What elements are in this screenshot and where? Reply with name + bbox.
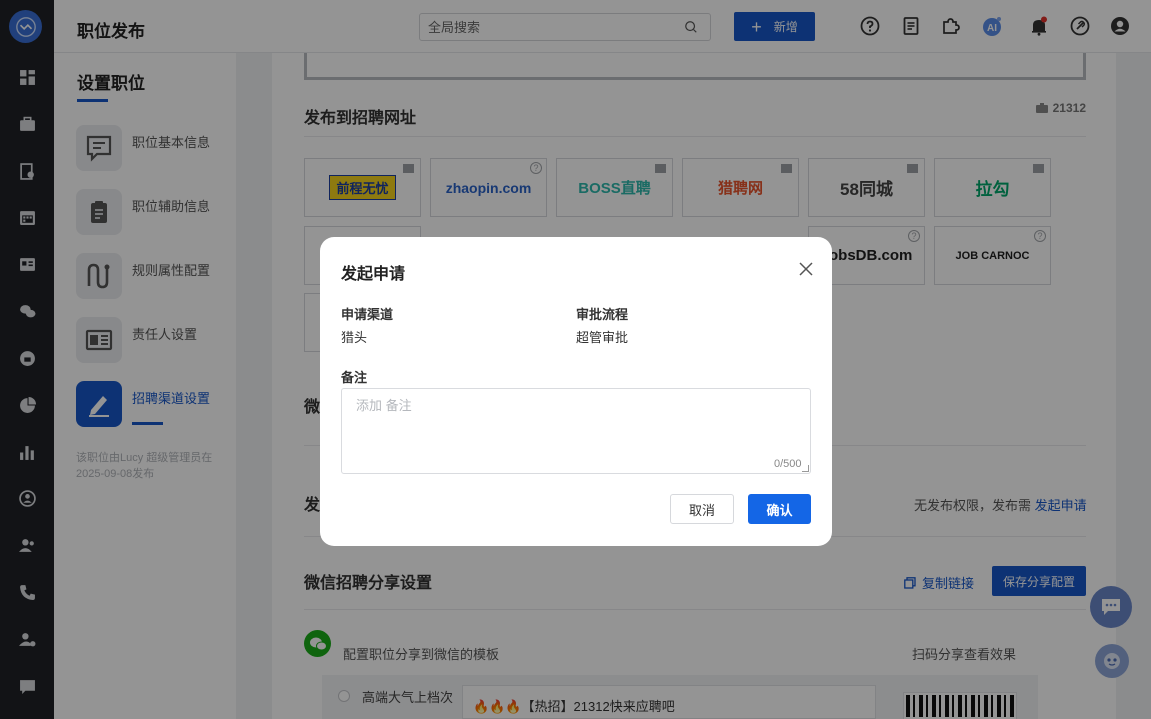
note-label: 备注 <box>341 370 368 385</box>
flow-label: 审批流程 <box>576 307 629 322</box>
apply-dialog: 发起申请 申请渠道 猎头 审批流程 超管审批 备注 0/500 取消 确认 <box>320 237 832 546</box>
dialog-title: 发起申请 <box>341 266 406 283</box>
flow-value: 超管审批 <box>576 330 629 345</box>
note-char-counter: 0/500 <box>774 458 802 470</box>
note-textarea[interactable] <box>341 388 811 474</box>
confirm-button[interactable]: 确认 <box>748 494 811 524</box>
channel-value: 猎头 <box>341 330 368 345</box>
channel-label: 申请渠道 <box>341 307 394 322</box>
cancel-button[interactable]: 取消 <box>670 494 734 524</box>
resize-handle-icon[interactable] <box>802 465 809 472</box>
close-icon[interactable] <box>798 261 814 277</box>
